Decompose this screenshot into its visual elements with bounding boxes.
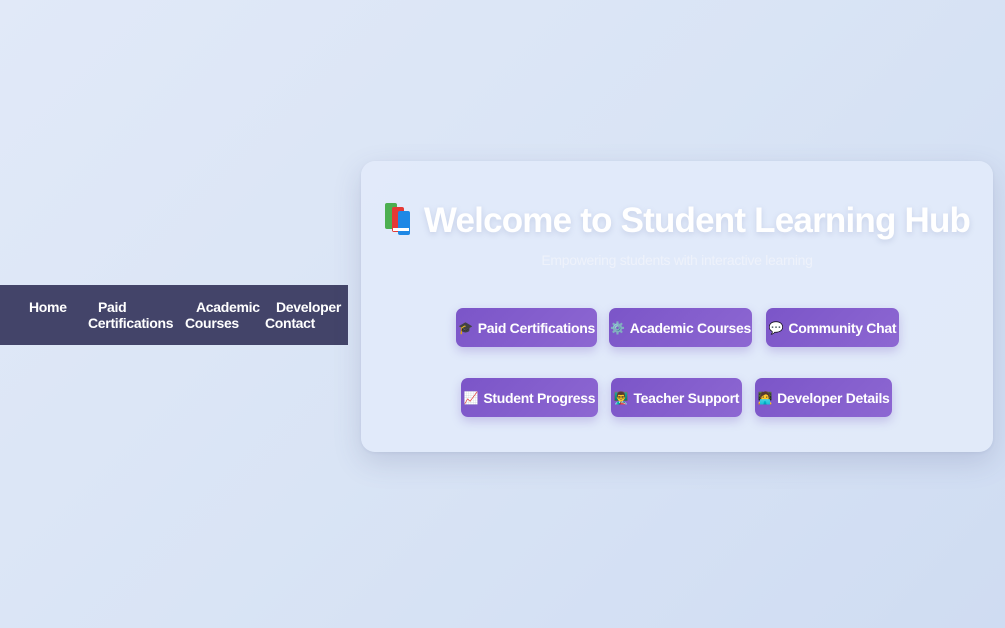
student-progress-label: Student Progress <box>483 389 596 406</box>
student-progress-button[interactable]: 📈 Student Progress <box>461 378 598 417</box>
chart-increasing-icon: 📈 <box>463 390 479 405</box>
developer-details-label: Developer Details <box>777 389 890 406</box>
paid-certifications-label: Paid Certifications <box>477 319 596 336</box>
nav-paid-label-line1: Paid <box>98 299 127 315</box>
technologist-icon: 🧑‍💻 <box>757 390 773 405</box>
nav-developer-contact-link[interactable]: Developer Contact <box>265 299 341 331</box>
paid-certifications-button[interactable]: 🎓 Paid Certifications <box>456 308 597 347</box>
community-chat-button[interactable]: 💬 Community Chat <box>766 308 899 347</box>
nav-paid-label-line2: Certifications <box>88 315 174 331</box>
nav-academic-courses-link[interactable]: Academic Courses <box>185 299 260 331</box>
nav-home-link[interactable]: Home <box>29 299 67 315</box>
nav-developer-label-line2: Contact <box>265 315 316 331</box>
speech-bubble-icon: 💬 <box>768 320 784 335</box>
community-chat-label: Community Chat <box>788 319 897 336</box>
academic-courses-label: Academic Courses <box>629 319 752 336</box>
teacher-support-label: Teacher Support <box>633 389 740 406</box>
teacher-icon: 👨‍🏫 <box>613 390 629 405</box>
nav-bar: Home Paid Certifications Academic Course… <box>0 285 348 345</box>
nav-academic-label-line1: Academic <box>196 299 260 315</box>
page-subtitle: Empowering students with interactive lea… <box>541 252 813 268</box>
books-icon <box>384 202 414 236</box>
page-title: Welcome to Student Learning Hub <box>423 201 971 240</box>
academic-courses-button[interactable]: ⚙️ Academic Courses <box>609 308 752 347</box>
developer-details-button[interactable]: 🧑‍💻 Developer Details <box>755 378 892 417</box>
nav-developer-label-line1: Developer <box>276 299 341 315</box>
hero-card: Welcome to Student Learning Hub Empoweri… <box>361 161 993 452</box>
graduation-cap-icon: 🎓 <box>458 320 473 335</box>
gear-icon: ⚙️ <box>610 320 625 335</box>
nav-home-label: Home <box>29 299 67 315</box>
nav-paid-certifications-link[interactable]: Paid Certifications <box>88 299 174 331</box>
nav-academic-label-line2: Courses <box>185 315 239 331</box>
teacher-support-button[interactable]: 👨‍🏫 Teacher Support <box>611 378 742 417</box>
hero-title-row: Welcome to Student Learning Hub <box>361 201 993 241</box>
